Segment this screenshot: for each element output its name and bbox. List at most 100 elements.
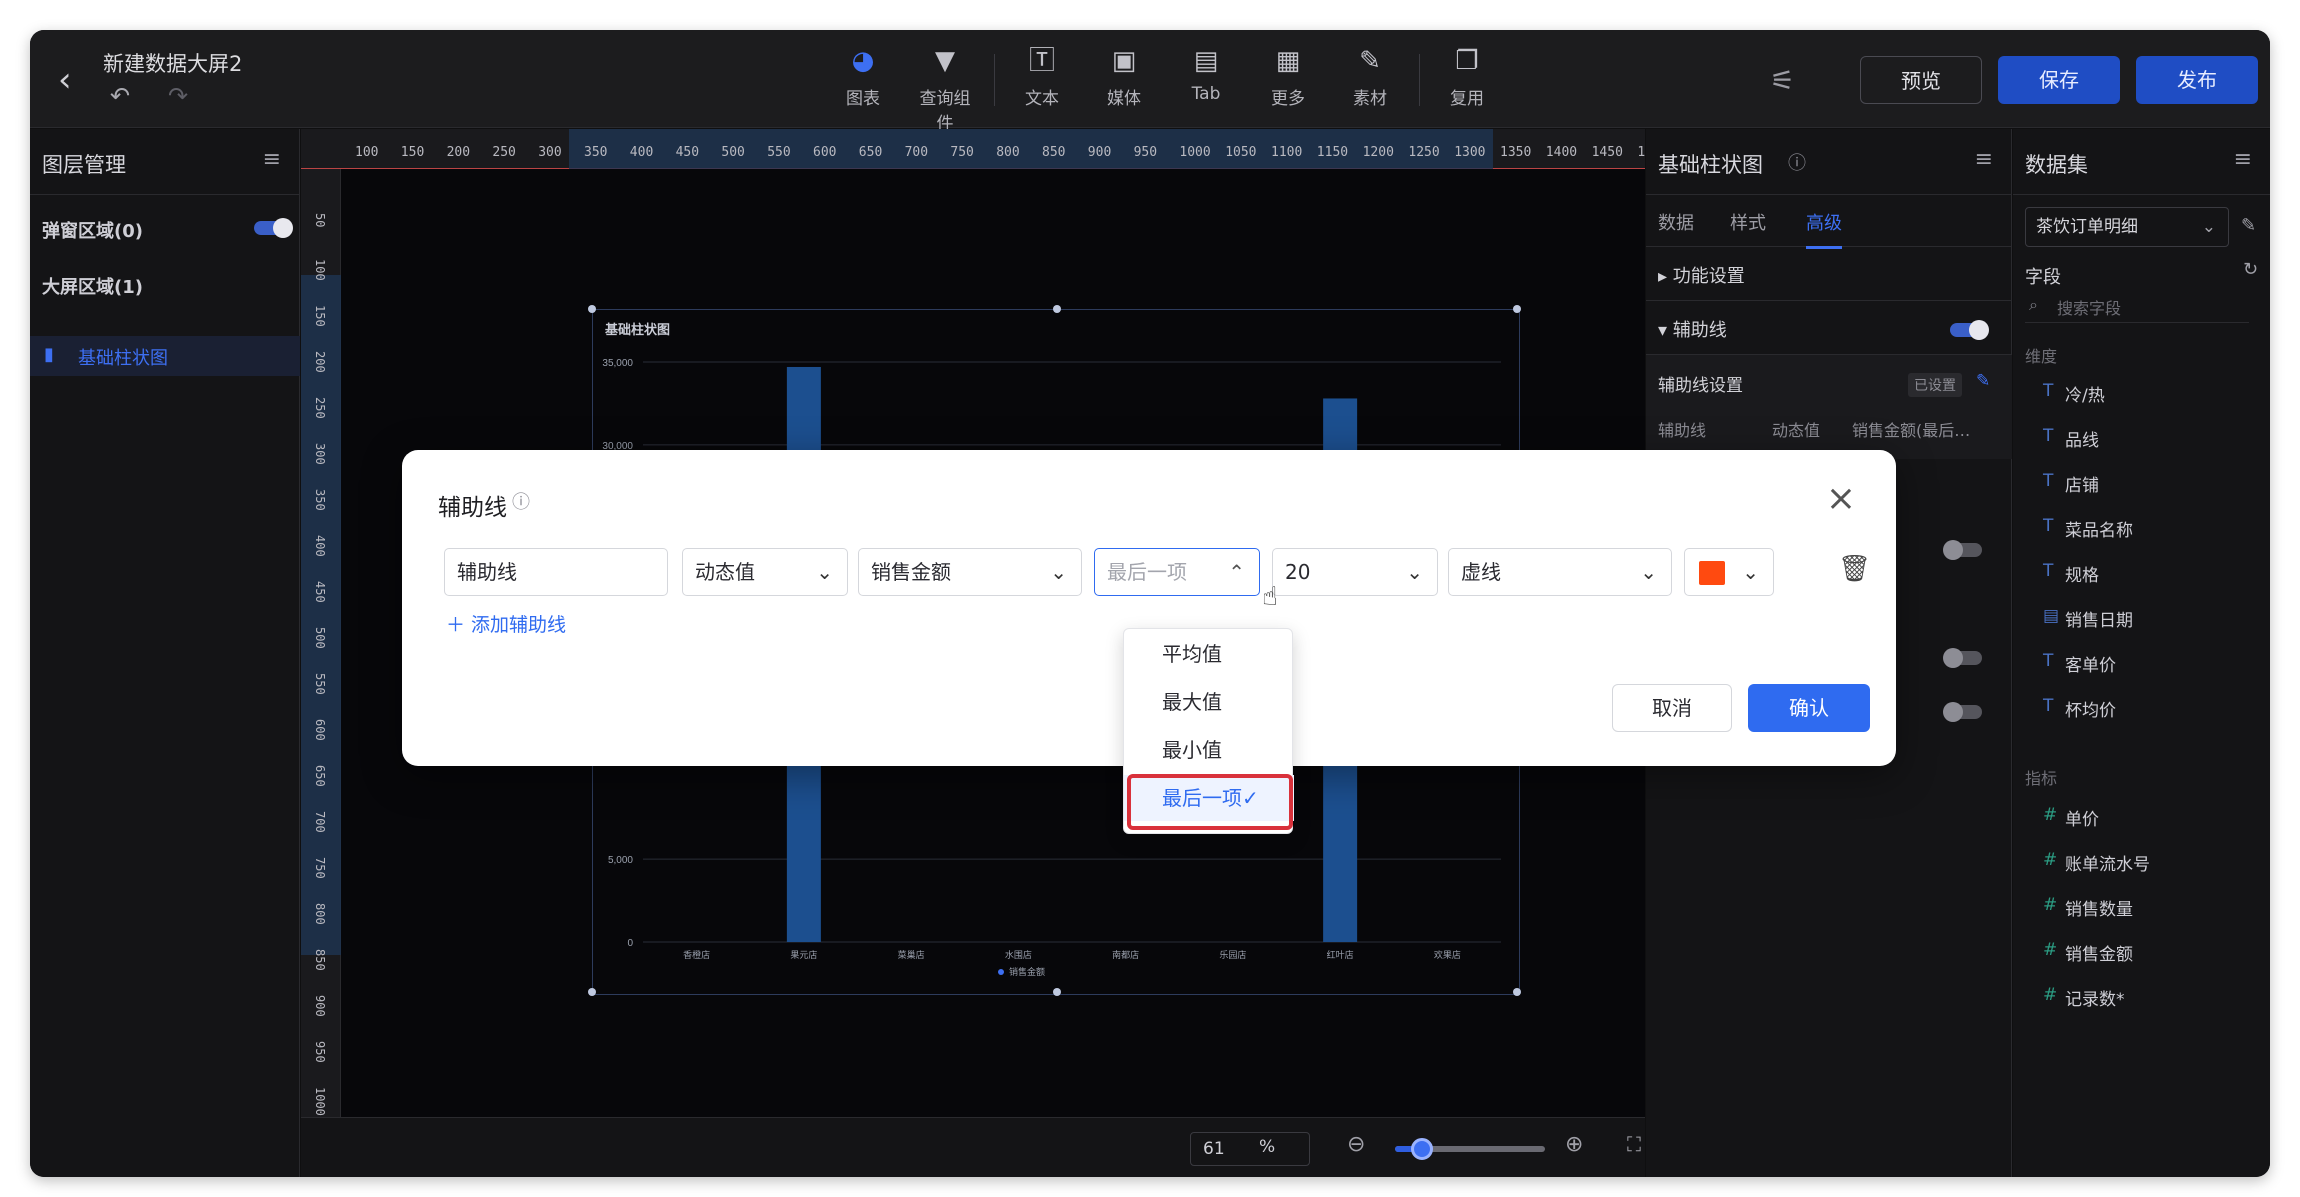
option-max[interactable]: 最大值 [1124, 679, 1294, 725]
trash-icon[interactable]: 🗑 [1838, 554, 1871, 584]
zoom-slider-knob[interactable] [1411, 1138, 1433, 1160]
bar-chart-icon: ▮ [44, 344, 54, 365]
publish-button[interactable]: 发布 [2136, 56, 2258, 104]
preview-button[interactable]: 预览 [1860, 56, 1982, 104]
ruler-tick-label: 50 [313, 213, 327, 228]
chevron-down-icon: ⌄ [1742, 560, 1759, 584]
ruler-tick-label: 1450 [1591, 145, 1623, 160]
zoom-slider[interactable] [1395, 1138, 1545, 1160]
text-field-icon: T [2043, 381, 2054, 401]
ruler-tick-label: 1250 [1408, 145, 1440, 160]
ruler-tick-label: 500 [313, 627, 327, 649]
resize-handle[interactable] [588, 988, 596, 996]
resize-handle[interactable] [1053, 988, 1061, 996]
back-icon[interactable]: ‹ [58, 60, 90, 100]
setting-toggle[interactable] [1943, 702, 1982, 722]
tab-style[interactable]: 样式 [1730, 209, 1766, 235]
tab-data[interactable]: 数据 [1658, 209, 1694, 235]
ruler-tick-label: 350 [584, 145, 608, 160]
resize-handle[interactable] [588, 305, 596, 313]
tool-label: 文本 [1025, 89, 1059, 109]
aux-row-field: 销售金额(最后… [1852, 421, 1971, 440]
aux-type-select[interactable]: 动态值 ⌄ [682, 548, 848, 596]
tool-text[interactable]: 🅃 文本 [1009, 44, 1075, 116]
aux-line-text: 辅助线 [1672, 320, 1727, 341]
chevron-down-icon: ⌄ [2201, 217, 2216, 237]
refresh-icon[interactable]: ↻ [2243, 259, 2258, 280]
setting-toggle[interactable] [1943, 648, 1982, 668]
func-settings-section[interactable]: ▸ 功能设置 [1646, 247, 2012, 301]
tool-chart[interactable]: ◕ 图表 [830, 44, 896, 116]
aux-style-select[interactable]: 虚线 ⌄ [1448, 548, 1672, 596]
menu-icon[interactable]: ≡ [263, 147, 281, 172]
dataset-select[interactable]: 茶饮订单明细 ⌄ [2025, 207, 2229, 247]
ruler-tick-label: 950 [313, 1041, 327, 1063]
menu-icon[interactable]: ≡ [1975, 147, 1993, 172]
setting-toggle[interactable] [1943, 540, 1982, 560]
field-label: 客单价 [2065, 656, 2116, 676]
aux-field-value: 销售金额 [871, 560, 951, 584]
field-label: 销售日期 [2065, 611, 2133, 631]
zoom-bar: 61 % ⊖ ⊕ ⛶ [301, 1117, 1645, 1177]
undo-icon[interactable]: ↶ [110, 82, 130, 110]
number-field-icon: # [2043, 985, 2058, 1005]
aux-calc-placeholder: 最后一项 [1107, 560, 1187, 584]
cancel-button[interactable]: 取消 [1612, 684, 1732, 732]
tool-media[interactable]: ▣ 媒体 [1091, 44, 1157, 116]
info-icon: ⓘ [1788, 153, 1806, 174]
aux-calc-select[interactable]: 最后一项 ⌃ [1094, 548, 1260, 596]
save-button[interactable]: 保存 [1998, 56, 2120, 104]
tab-advanced[interactable]: 高级 [1806, 209, 1842, 249]
add-aux-line-label: 添加辅助线 [471, 614, 567, 636]
tool-query[interactable]: ▼ 查询组件 [912, 44, 978, 134]
tool-more[interactable]: ▦ 更多 [1255, 44, 1321, 116]
filter-icon: ▼ [935, 46, 955, 76]
ruler-tick-label: 600 [313, 719, 327, 741]
ruler-tick-label: 750 [313, 857, 327, 879]
zoom-input[interactable]: 61 [1190, 1132, 1310, 1166]
aux-width-select[interactable]: 20 ⌄ [1272, 548, 1438, 596]
tab-icon: ▤ [1193, 46, 1219, 76]
fit-screen-icon[interactable]: ⛶ [1627, 1132, 1641, 1156]
tool-tab[interactable]: ▤ Tab [1173, 44, 1239, 116]
panel-title: 基础柱状图 [1658, 153, 1763, 177]
edit-icon[interactable]: ✎ [2241, 215, 2256, 236]
aux-name-input[interactable]: 辅助线 [444, 548, 668, 596]
x-tick-label: 水围店 [1005, 949, 1032, 960]
ruler-tick-label: 300 [538, 145, 562, 160]
tool-material[interactable]: ✎ 素材 [1337, 44, 1403, 116]
option-average[interactable]: 平均值 [1124, 631, 1294, 677]
resize-handle[interactable] [1513, 988, 1521, 996]
top-bar: ‹ 新建数据大屏2 ↶ ↷ ◕ 图表 ▼ 查询组件 🅃 文本 ▣ 媒体 ▤ Ta… [30, 30, 2270, 134]
ruler-tick-label: 1400 [1545, 145, 1578, 160]
zoom-out-icon[interactable]: ⊖ [1347, 1132, 1365, 1157]
panel-header: 图层管理 ≡ [30, 129, 299, 195]
option-min[interactable]: 最小值 [1124, 727, 1294, 773]
aux-line-toggle[interactable] [1950, 320, 1989, 340]
zoom-in-icon[interactable]: ⊕ [1565, 1132, 1583, 1157]
sliders-icon[interactable]: ⚟ [1770, 64, 1795, 97]
add-aux-line-button[interactable]: ＋ 添加辅助线 [446, 610, 566, 637]
layer-item-bar-chart[interactable]: ▮ 基础柱状图 [30, 336, 300, 376]
x-tick-label: 欢果店 [1434, 949, 1461, 960]
aux-field-select[interactable]: 销售金额 ⌄ [858, 548, 1082, 596]
close-icon[interactable]: × [1826, 478, 1856, 519]
aux-width-value: 20 [1285, 560, 1311, 584]
legend-marker [998, 969, 1004, 975]
ruler-tick-label: 850 [1042, 145, 1066, 160]
field-search[interactable]: ⌕ 搜索字段 [2025, 289, 2249, 323]
aux-line-section[interactable]: ▾ 辅助线 [1646, 301, 2012, 355]
tool-reuse[interactable]: ❐ 复用 [1434, 44, 1500, 116]
ruler-left: 50 100 150 200 250 300 350 400 450 500 550 600 650 70… [301, 169, 341, 1177]
confirm-button[interactable]: 确认 [1748, 684, 1870, 732]
edit-icon[interactable]: ✎ [1976, 371, 1990, 391]
popup-area-toggle[interactable] [254, 218, 293, 238]
resize-handle[interactable] [1053, 305, 1061, 313]
text-icon: 🅃 [1028, 46, 1055, 76]
aux-color-picker[interactable]: ⌄ [1684, 548, 1774, 596]
ruler-tick-label: 300 [313, 443, 327, 465]
resize-handle[interactable] [1513, 305, 1521, 313]
func-settings-text: 功能设置 [1672, 266, 1745, 287]
redo-icon[interactable]: ↷ [168, 82, 188, 110]
menu-icon[interactable]: ≡ [2234, 147, 2252, 172]
